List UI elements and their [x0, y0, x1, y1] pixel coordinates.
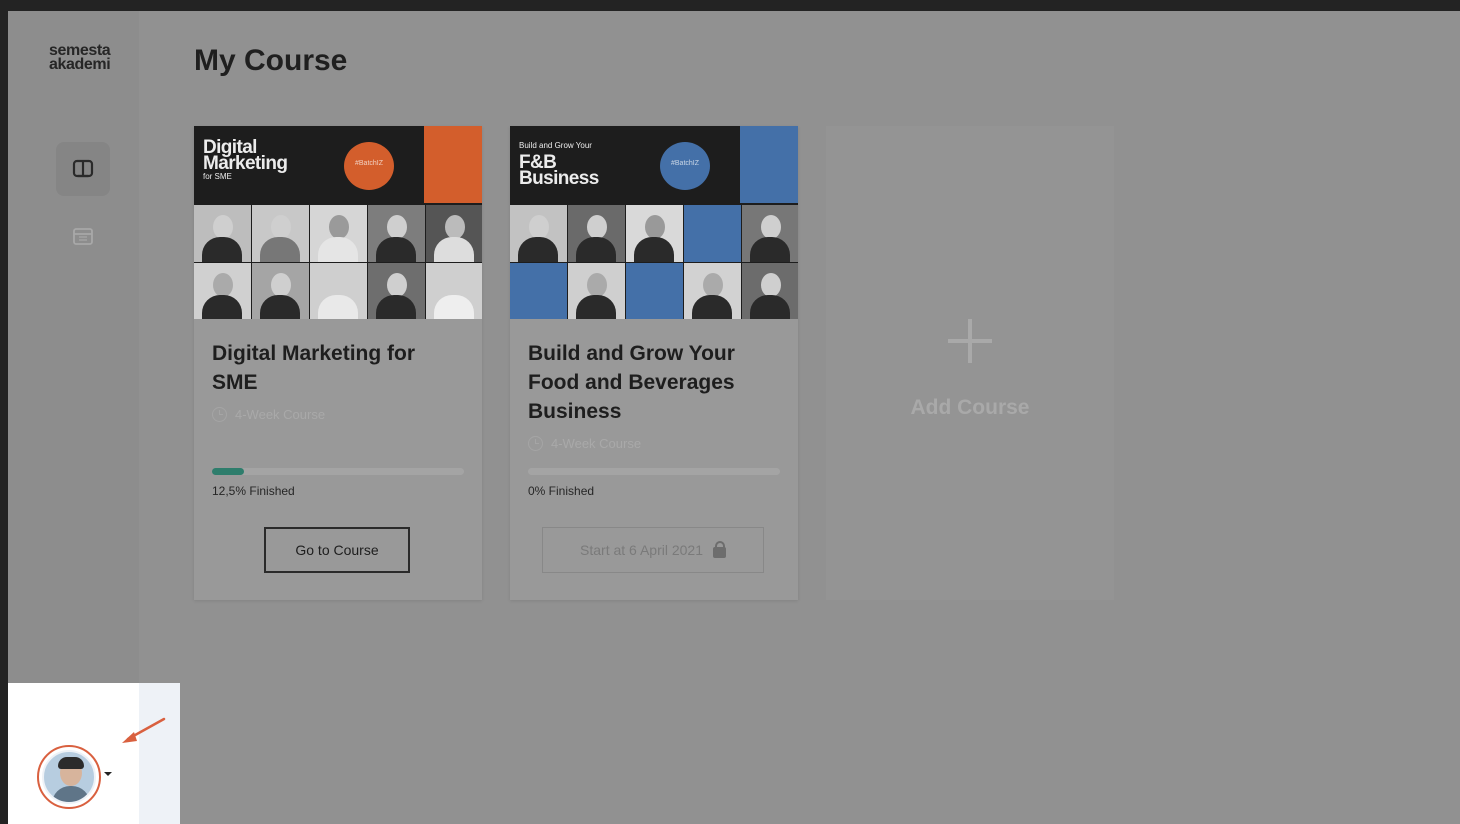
batch-badge: #BatchIZ	[344, 142, 394, 190]
photo-placeholder-block	[626, 263, 683, 319]
progress-bar	[212, 468, 464, 475]
mentor-photo	[252, 263, 309, 319]
banner-accent-block	[424, 126, 482, 203]
course-card[interactable]: Digital Marketing for SME #BatchIZ Digit…	[194, 126, 482, 600]
profile-avatar-button[interactable]	[37, 745, 101, 809]
mentor-photo	[194, 263, 251, 319]
plus-icon	[948, 319, 992, 363]
mentor-photo	[368, 263, 425, 319]
banner-title: Build and Grow Your F&B Business	[519, 141, 599, 189]
mentor-photo	[368, 205, 425, 262]
course-banner: Build and Grow Your F&B Business #BatchI…	[510, 126, 798, 319]
start-course-button[interactable]: Start at 6 April 2021	[542, 527, 764, 573]
mentor-photo	[426, 263, 482, 319]
course-title[interactable]: Build and Grow Your Food and Beverages B…	[528, 339, 778, 426]
logo[interactable]: semesta akademi	[49, 43, 111, 73]
annotation-arrow-icon	[122, 717, 166, 743]
progress-label: 12,5% Finished	[212, 484, 295, 498]
page-title: My Course	[194, 44, 348, 77]
logo-line-2: akademi	[49, 56, 111, 73]
mentor-photo	[252, 205, 309, 262]
course-card[interactable]: Build and Grow Your F&B Business #BatchI…	[510, 126, 798, 600]
mentor-photo	[510, 205, 567, 262]
add-course-label: Add Course	[910, 396, 1030, 419]
clock-icon	[528, 436, 543, 451]
course-duration: 4-Week Course	[528, 436, 641, 451]
highlight-edge	[139, 683, 180, 824]
course-banner: Digital Marketing for SME #BatchIZ	[194, 126, 482, 319]
profile-highlight	[8, 683, 180, 824]
banner-accent-block	[740, 126, 798, 203]
mentor-photo	[310, 205, 367, 262]
nav-courses-button[interactable]	[56, 142, 110, 196]
mentor-photo	[568, 263, 625, 319]
book-icon	[72, 159, 94, 178]
add-course-card[interactable]: Add Course	[826, 126, 1114, 600]
calendar-icon	[73, 228, 93, 245]
chevron-down-icon[interactable]	[104, 772, 112, 776]
app-window: semesta akademi My Course Digital Market…	[8, 11, 1460, 824]
banner-title: Digital Marketing for SME	[203, 137, 288, 181]
course-duration: 4-Week Course	[212, 407, 325, 422]
mentor-photo	[742, 205, 798, 262]
mentor-photo	[310, 263, 367, 319]
progress-fill	[212, 468, 244, 475]
progress-label: 0% Finished	[528, 484, 595, 498]
mentor-photo	[194, 205, 251, 262]
mentor-photo	[568, 205, 625, 262]
batch-badge: #BatchIZ	[660, 142, 710, 190]
clock-icon	[212, 407, 227, 422]
mentor-photo	[742, 263, 798, 319]
mentor-photo	[626, 205, 683, 262]
photo-placeholder-block	[510, 263, 567, 319]
lock-icon	[712, 541, 726, 558]
mentor-photo	[426, 205, 482, 262]
course-title[interactable]: Digital Marketing for SME	[212, 339, 462, 397]
go-to-course-button[interactable]: Go to Course	[264, 527, 410, 573]
nav-calendar-button[interactable]	[56, 209, 110, 263]
progress-bar	[528, 468, 780, 475]
avatar	[42, 750, 96, 804]
mentor-photo	[684, 263, 741, 319]
photo-placeholder-block	[684, 205, 741, 262]
